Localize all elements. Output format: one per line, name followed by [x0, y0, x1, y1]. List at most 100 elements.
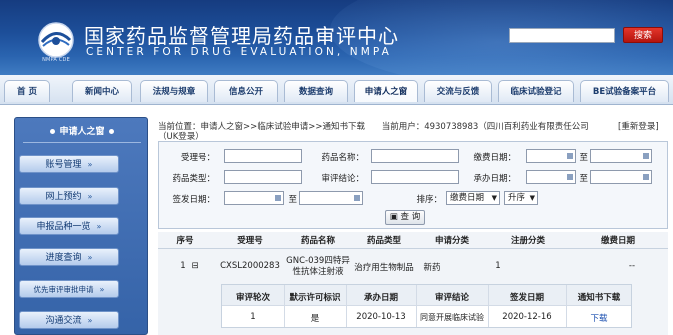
nav-tab-data-query[interactable]: 数据查询 [284, 80, 348, 102]
row-accept-no: CXSL2000283 [220, 261, 280, 271]
site-title-cn: 国家药品监督管理局药品审评中心 [84, 24, 399, 48]
drug-type-input[interactable] [224, 170, 302, 184]
to-label: 至 [579, 153, 588, 163]
sidebar-item-label: 进度查询 [45, 253, 82, 263]
sidebar-item-communication[interactable]: 沟通交流 » [19, 311, 119, 329]
sidebar-item-account[interactable]: 账号管理 » [19, 155, 119, 173]
search-button[interactable]: 搜索 [623, 27, 663, 43]
sign-date-from-input[interactable] [224, 191, 284, 205]
query-button-label: 查 询 [400, 212, 421, 222]
sub-column-header: 承办日期 [363, 293, 398, 303]
site-title-en: CENTER FOR DRUG EVALUATION, NMPA [86, 46, 392, 58]
download-link[interactable]: 下载 [566, 312, 632, 324]
row-pay-date: -- [628, 261, 636, 271]
sign-date: 2020-12-16 [502, 312, 552, 322]
calendar-icon [275, 195, 281, 201]
row-drug-name-line2: 性抗体注射液 [292, 267, 344, 277]
query-button[interactable]: ▣ 查 询 [385, 210, 425, 225]
calendar-icon [643, 174, 649, 180]
nav-tab-disclosure[interactable]: 信息公开 [214, 80, 278, 102]
sidebar-item-label: 沟通交流 [45, 316, 82, 326]
pay-date-from-input[interactable] [526, 149, 576, 163]
nav-tab-news[interactable]: 新闻中心 [72, 80, 132, 102]
chevron-right-icon: » [87, 253, 93, 262]
logo-caption: NMPA CDE [42, 57, 70, 63]
column-header: 受理号 [237, 236, 263, 246]
undertake-date-to-input[interactable] [590, 170, 652, 184]
chevron-right-icon: » [87, 192, 93, 201]
review-conclusion-label: 审评结论： [321, 174, 364, 184]
nav-tab-feedback[interactable]: 交流与反馈 [424, 80, 492, 102]
pay-date-label: 缴费日期： [473, 153, 516, 163]
column-header: 药品名称 [300, 236, 335, 246]
sub-column-header: 通知书下载 [577, 293, 621, 303]
review-round: 1 [250, 312, 256, 322]
sort-label: 排序： [416, 195, 442, 205]
sidebar-item-label: 申报品种一览 [36, 222, 91, 232]
column-header: 序号 [176, 236, 194, 246]
column-header: 注册分类 [510, 236, 545, 246]
sort-order-select[interactable]: 升序 ▼ [504, 191, 538, 205]
calendar-icon [643, 153, 649, 159]
sort-field-value: 缴费日期 [450, 193, 485, 203]
to-label: 至 [579, 174, 588, 184]
sign-date-to-input[interactable] [299, 191, 363, 205]
undertake-date-label: 承办日期： [473, 174, 516, 184]
chevron-right-icon: » [96, 222, 102, 231]
bullet-icon [108, 128, 114, 134]
bullet-icon [50, 128, 56, 134]
breadcrumb: 当前位置：申请人之窗>>临床试验申请>>通知书下载 当前用户：493073898… [158, 120, 668, 132]
chevron-right-icon: » [87, 160, 93, 169]
sort-field-select[interactable]: 缴费日期 ▼ [446, 191, 500, 205]
sidebar-item-label: 账号管理 [45, 160, 82, 170]
sidebar-item-appointment[interactable]: 网上预约 » [19, 187, 119, 205]
calendar-icon [567, 174, 573, 180]
nav-tab-be-platform[interactable]: BE试验备案平台 [580, 80, 669, 102]
sidebar-item-label: 优先审评审批申请 [33, 285, 94, 294]
nav-tab-home[interactable]: 首 页 [4, 80, 50, 102]
nav-tab-regulations[interactable]: 法规与规章 [140, 80, 208, 102]
relogin-link[interactable]: [重新登录] [618, 120, 659, 132]
undertake-date-from-input[interactable] [526, 170, 576, 184]
sidebar-item-priority-review[interactable]: 优先审评审批申请 » [19, 280, 119, 298]
pay-date-to-input[interactable] [590, 149, 652, 163]
column-header: 药品类型 [366, 236, 401, 246]
to-label: 至 [288, 195, 297, 205]
chevron-down-icon: ▼ [491, 194, 497, 202]
current-user: 当前用户：4930738983（四川百利药业有限责任公司 [381, 122, 589, 132]
search-input[interactable] [509, 28, 615, 43]
sub-column-header: 默示许可标识 [289, 293, 341, 303]
sidebar-title-text: 申请人之窗 [59, 127, 105, 137]
search-icon: ▣ [389, 212, 401, 222]
sidebar-title: 申请人之窗 [15, 124, 149, 138]
nav-tab-clinical-registry[interactable]: 临床试验登记 [498, 80, 574, 102]
nav-tab-applicant[interactable]: 申请人之窗 [354, 80, 418, 102]
drug-name-input[interactable] [371, 149, 459, 163]
main-nav: 首 页 新闻中心 法规与规章 信息公开 数据查询 申请人之窗 交流与反馈 临床试… [0, 75, 673, 105]
review-conclusion: 同意开展临床试验 [420, 313, 484, 322]
review-conclusion-input[interactable] [371, 170, 459, 184]
sidebar-item-declared-drugs[interactable]: 申报品种一览 » [19, 217, 119, 235]
chevron-right-icon: » [99, 285, 105, 294]
collapse-toggle-icon[interactable]: ⊟ [190, 261, 200, 271]
sidebar-divider [23, 142, 141, 143]
sub-column-header: 审评轮次 [235, 293, 270, 303]
row-app-class: 新药 [423, 263, 441, 273]
drug-name-label: 药品名称： [321, 153, 364, 163]
sub-column-header: 签发日期 [509, 293, 544, 303]
header-divider [158, 248, 668, 249]
undertake-date: 2020-10-13 [356, 312, 406, 322]
sidebar-item-progress[interactable]: 进度查询 » [19, 248, 119, 266]
chevron-right-icon: » [87, 316, 93, 325]
accept-no-label: 受理号： [180, 153, 215, 163]
sidebar-item-label: 网上预约 [45, 192, 82, 202]
sub-column-header: 审评结论 [434, 293, 469, 303]
column-header: 缴费日期 [600, 236, 635, 246]
drug-type-label: 药品类型： [172, 174, 215, 184]
implied-permit-flag: 是 [310, 314, 320, 324]
site-header: NMPA CDE 国家药品监督管理局药品审评中心 CENTER FOR DRUG… [0, 0, 673, 75]
row-reg-class: 1 [495, 261, 501, 271]
chevron-down-icon: ▼ [529, 194, 535, 202]
calendar-icon [354, 195, 360, 201]
accept-no-input[interactable] [224, 149, 302, 163]
